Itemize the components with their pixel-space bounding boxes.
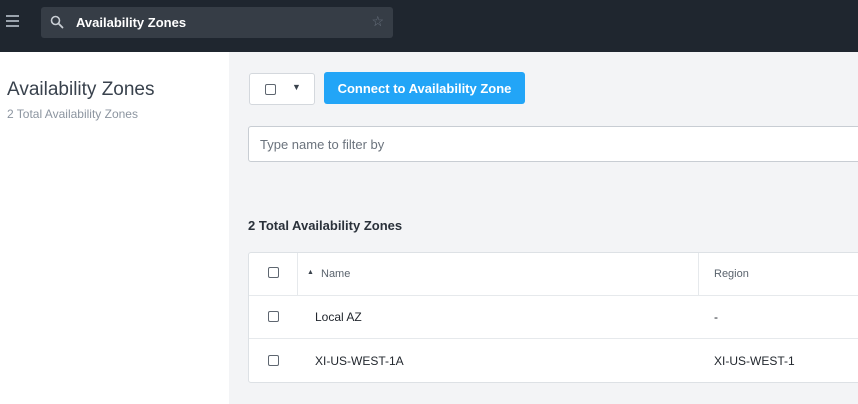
page-title: Availability Zones [7, 79, 155, 100]
search-query-text[interactable]: Availability Zones [76, 15, 186, 30]
chevron-down-icon[interactable]: ▼ [292, 82, 301, 92]
table-row[interactable]: Local AZ - [249, 296, 858, 339]
hamburger-menu-icon[interactable] [6, 14, 20, 28]
header-select-all-checkbox[interactable] [268, 267, 279, 278]
search-icon [50, 15, 64, 29]
zone-name-cell[interactable]: XI-US-WEST-1A [315, 354, 404, 368]
main-content: ▼ Connect to Availability Zone 2 Total A… [229, 52, 858, 404]
global-search-box[interactable]: Availability Zones ☆ [41, 7, 393, 38]
table-row[interactable]: XI-US-WEST-1A XI-US-WEST-1 [249, 340, 858, 382]
bulk-select-dropdown[interactable]: ▼ [249, 73, 315, 105]
table-header-row: ▲ Name Region [249, 253, 858, 296]
availability-zones-table: ▲ Name Region Local AZ - XI-US-WEST-1A X… [248, 252, 858, 383]
sort-ascending-icon[interactable]: ▲ [307, 269, 314, 276]
column-header-region[interactable]: Region [714, 268, 749, 280]
row-checkbox[interactable] [268, 311, 279, 322]
select-all-checkbox[interactable] [265, 84, 276, 95]
column-header-name[interactable]: Name [321, 268, 350, 280]
top-navigation-bar: Availability Zones ☆ [0, 0, 858, 52]
connect-availability-zone-button[interactable]: Connect to Availability Zone [324, 72, 525, 104]
page-header-pane: Availability Zones 2 Total Availability … [0, 52, 229, 404]
star-icon[interactable]: ☆ [371, 14, 384, 28]
filter-input[interactable] [248, 126, 858, 162]
page-subtitle: 2 Total Availability Zones [7, 107, 138, 121]
result-count-label: 2 Total Availability Zones [248, 218, 403, 233]
zone-region-cell: XI-US-WEST-1 [714, 354, 795, 368]
zone-region-cell: - [714, 310, 718, 324]
zone-name-cell[interactable]: Local AZ [315, 310, 362, 324]
row-checkbox[interactable] [268, 355, 279, 366]
column-divider [698, 253, 699, 296]
column-divider [297, 253, 298, 296]
